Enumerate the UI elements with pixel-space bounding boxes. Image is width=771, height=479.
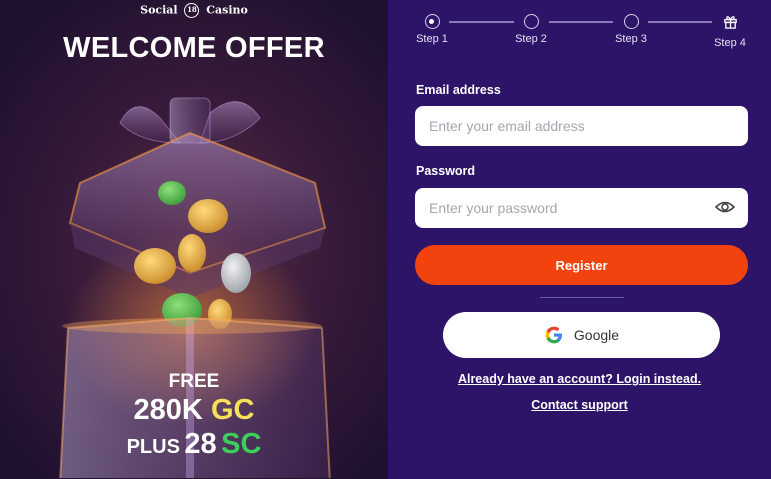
password-input[interactable] <box>415 188 748 228</box>
offer-sc-line: PLUS 28 SC <box>0 428 388 461</box>
age-badge: 18 <box>184 3 200 18</box>
radio-active-icon <box>424 14 440 29</box>
google-label: Google <box>573 327 620 343</box>
step-progress: Step 1 Step 2 Step 3 Step 4 <box>388 14 771 58</box>
password-label: Password <box>416 164 476 178</box>
google-icon <box>545 326 562 344</box>
eye-icon[interactable] <box>715 199 735 215</box>
logo-text-right: Casino <box>206 3 248 17</box>
login-link[interactable]: Already have an account? Login instead. <box>388 372 771 386</box>
sc-amount: 28 <box>184 428 217 460</box>
email-label: Email address <box>416 83 501 97</box>
sc-label: SC <box>221 428 262 460</box>
radio-empty-icon <box>523 14 539 29</box>
step-3: Step 3 <box>601 14 661 45</box>
step-label: Step 4 <box>714 37 746 49</box>
email-input[interactable] <box>415 106 748 146</box>
coin <box>134 248 176 284</box>
step-label: Step 1 <box>416 33 448 45</box>
divider <box>540 297 624 298</box>
coin <box>178 234 206 272</box>
step-label: Step 2 <box>515 33 547 45</box>
welcome-title: WELCOME OFFER <box>63 32 325 64</box>
logo-text-left: Social <box>140 3 178 17</box>
step-2: Step 2 <box>501 14 561 45</box>
gc-amount: 280K <box>133 394 203 426</box>
google-signin-button[interactable]: Google <box>443 312 720 358</box>
coin <box>221 253 251 293</box>
register-button[interactable]: Register <box>415 245 748 285</box>
gc-label: GC <box>210 394 255 426</box>
step-1: Step 1 <box>402 14 462 45</box>
gift-icon <box>723 16 737 29</box>
coin <box>188 199 228 233</box>
site-logo: Social 18 Casino <box>0 3 388 18</box>
offer-gc-line: 280K GC <box>0 394 388 427</box>
step-4: Step 4 <box>700 14 760 49</box>
step-label: Step 3 <box>615 33 647 45</box>
contact-support-link[interactable]: Contact support <box>388 398 771 412</box>
offer-free-label: FREE <box>168 371 220 392</box>
welcome-offer-panel: Social 18 Casino WELCOME OFFER FREE 280K… <box>0 0 388 479</box>
coin <box>158 181 186 205</box>
registration-form-panel: Step 1 Step 2 Step 3 Step 4 Email addres… <box>388 0 771 479</box>
radio-empty-icon <box>623 14 639 29</box>
plus-label: PLUS <box>126 436 180 458</box>
